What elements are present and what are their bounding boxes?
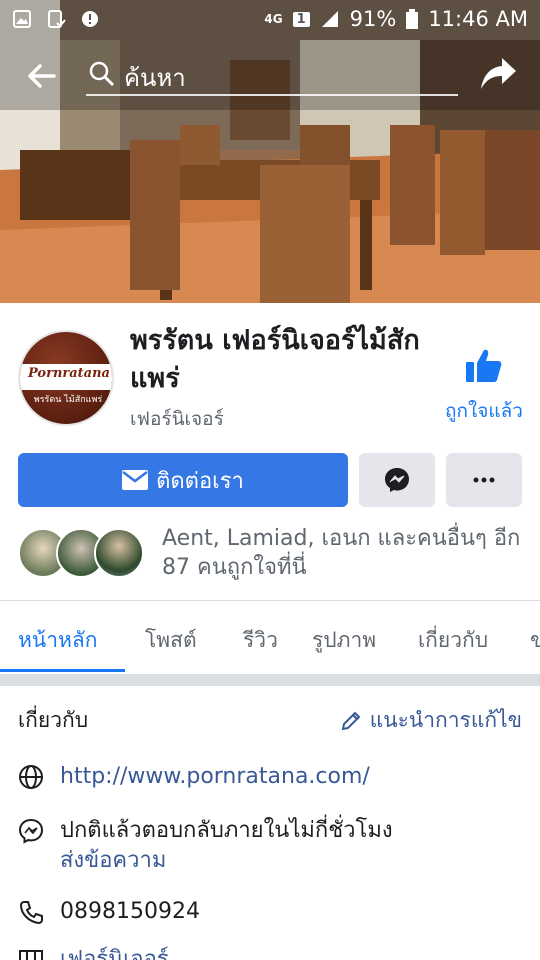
thumbs-up-icon — [466, 349, 502, 382]
response-time: ปกติแล้วตอบกลับภายในไม่กี่ชั่วโมง — [60, 818, 393, 843]
status-bar: 4G 1 91% 11:46 AM — [0, 0, 540, 38]
like-button[interactable]: ถูกใจแล้ว — [438, 346, 530, 426]
about-heading: เกี่ยวกับ — [18, 708, 89, 732]
category-grid-icon — [19, 950, 43, 960]
messenger-button[interactable] — [359, 453, 435, 507]
suggest-edit-link[interactable]: แนะนำการแก้ไข — [340, 704, 522, 737]
tab-posts[interactable]: โพสต์ — [145, 624, 197, 657]
envelope-icon — [122, 470, 149, 490]
gallery-icon — [13, 10, 31, 28]
top-bar: ค้นหา — [0, 44, 540, 104]
like-label: ถูกใจแล้ว — [445, 400, 523, 422]
friends-like-text[interactable]: Aent, Lamiad, เอนก และคนอื่นๆ อีก 87 คนถ… — [162, 524, 532, 582]
search-icon[interactable] — [88, 60, 116, 88]
category-link[interactable]: เฟอร์นิเจอร์ — [60, 945, 169, 960]
response-row: ปกติแล้วตอบกลับภายในไม่กี่ชั่วโมง ส่งข้อ… — [18, 816, 393, 876]
active-tab-indicator — [0, 669, 125, 672]
category-row: เฟอร์นิเจอร์ — [18, 945, 169, 960]
tab-reviews[interactable]: รีวิว — [243, 624, 278, 657]
tab-home[interactable]: หน้าหลัก — [18, 624, 97, 657]
logo-text: Pornratana — [28, 366, 110, 381]
battery-icon — [406, 9, 419, 29]
tab-photos[interactable]: รูปภาพ — [312, 624, 376, 657]
tab-about[interactable]: เกี่ยวกับ — [418, 624, 488, 657]
friend-avatars[interactable] — [18, 528, 148, 580]
phone-icon — [19, 901, 43, 925]
suggest-edit-label: แนะนำการแก้ไข — [369, 708, 522, 732]
back-arrow-icon[interactable] — [26, 60, 58, 92]
friend-avatar — [94, 528, 144, 578]
messenger-outline-icon — [18, 818, 44, 844]
phone-number[interactable]: 0898150924 — [60, 897, 200, 927]
signal-icon — [321, 11, 338, 27]
divider — [0, 600, 540, 601]
contact-us-button[interactable]: ติดต่อเรา — [18, 453, 348, 507]
messenger-icon — [385, 468, 409, 492]
tablet-check-icon — [48, 10, 66, 28]
search-underline — [86, 94, 458, 96]
battery-percent: 91% — [349, 7, 397, 31]
website-link[interactable]: http://www.pornratana.com/ — [60, 762, 370, 792]
page-avatar[interactable]: Pornratana พรรัตน ไม้สักแพร่ — [18, 330, 114, 426]
phone-row: 0898150924 — [18, 897, 200, 927]
logo-subtext: พรรัตน ไม้สักแพร่ — [33, 395, 103, 405]
share-icon[interactable] — [478, 56, 518, 92]
contact-us-label: ติดต่อเรา — [156, 468, 244, 494]
pencil-icon — [341, 711, 361, 730]
alert-gear-icon — [82, 11, 98, 27]
section-separator — [0, 674, 540, 686]
more-options-button[interactable] — [446, 453, 522, 507]
send-message-link[interactable]: ส่งข้อความ — [60, 846, 393, 876]
globe-icon — [19, 765, 43, 789]
page-category[interactable]: เฟอร์นิเจอร์ — [130, 404, 224, 434]
sim-indicator: 1 — [292, 11, 310, 27]
page-title: พรรัตน เฟอร์นิเจอร์ไม้สักแพร่ — [130, 325, 420, 394]
tab-overflow[interactable]: ข — [530, 624, 540, 657]
website-row: http://www.pornratana.com/ — [18, 762, 370, 792]
more-dots-icon — [473, 477, 495, 483]
network-type: 4G — [264, 12, 283, 26]
clock: 11:46 AM — [428, 7, 528, 31]
cover-photo[interactable]: 4G 1 91% 11:46 AM ค้นหา — [0, 0, 540, 303]
page-tabs: หน้าหลัก โพสต์ รีวิว รูปภาพ เกี่ยวกับ ข — [0, 602, 540, 674]
search-input[interactable]: ค้นหา — [124, 58, 186, 97]
